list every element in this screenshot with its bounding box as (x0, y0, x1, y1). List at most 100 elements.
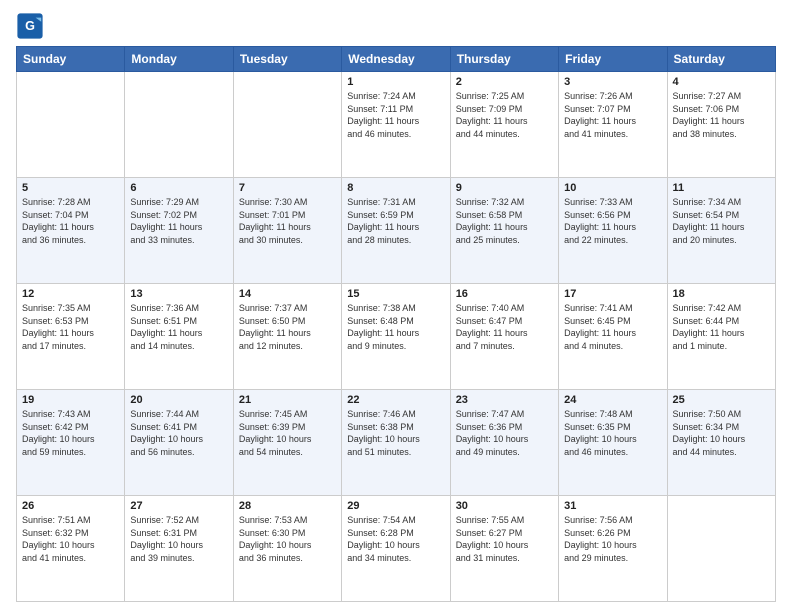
day-info: Sunrise: 7:51 AM Sunset: 6:32 PM Dayligh… (22, 514, 119, 564)
day-cell: 17Sunrise: 7:41 AM Sunset: 6:45 PM Dayli… (559, 284, 667, 390)
day-info: Sunrise: 7:42 AM Sunset: 6:44 PM Dayligh… (673, 302, 770, 352)
day-number: 31 (564, 500, 661, 512)
svg-text:G: G (25, 19, 35, 33)
day-number: 6 (130, 182, 227, 194)
day-number: 5 (22, 182, 119, 194)
day-info: Sunrise: 7:36 AM Sunset: 6:51 PM Dayligh… (130, 302, 227, 352)
day-cell: 30Sunrise: 7:55 AM Sunset: 6:27 PM Dayli… (450, 496, 558, 602)
day-number: 21 (239, 394, 336, 406)
day-cell: 10 Sunrise: 7:33 AM Sunset: 6:56 PM Dayli… (559, 178, 667, 284)
day-info: Sunrise: 7:27 AM Sunset: 7:06 PM Dayligh… (673, 90, 770, 140)
day-cell: 12 Sunrise: 7:35 AM Sunset: 6:53 PM Dayli… (17, 284, 125, 390)
day-info: Sunrise: 7:55 AM Sunset: 6:27 PM Dayligh… (456, 514, 553, 564)
day-number: 14 (239, 288, 336, 300)
week-row-1: 1Sunrise: 7:24 AM Sunset: 7:11 PM Daylig… (17, 72, 776, 178)
day-info: Sunrise: 7:43 AM Sunset: 6:42 PM Dayligh… (22, 408, 119, 458)
day-info: Sunrise: 7:54 AM Sunset: 6:28 PM Dayligh… (347, 514, 444, 564)
day-info: Sunrise: 7:37 AM Sunset: 6:50 PM Dayligh… (239, 302, 336, 352)
day-info: Sunrise: 7:48 AM Sunset: 6:35 PM Dayligh… (564, 408, 661, 458)
day-cell: 1Sunrise: 7:24 AM Sunset: 7:11 PM Daylig… (342, 72, 450, 178)
col-header-friday: Friday (559, 47, 667, 72)
day-cell: 28 Sunrise: 7:53 AM Sunset: 6:30 PM Dayli… (233, 496, 341, 602)
day-number: 12 (22, 288, 119, 300)
day-cell: 9Sunrise: 7:32 AM Sunset: 6:58 PM Daylig… (450, 178, 558, 284)
day-cell: 15Sunrise: 7:38 AM Sunset: 6:48 PM Dayli… (342, 284, 450, 390)
day-number: 24 (564, 394, 661, 406)
day-info: Sunrise: 7:28 AM Sunset: 7:04 PM Dayligh… (22, 196, 119, 246)
day-number: 13 (130, 288, 227, 300)
day-info: Sunrise: 7:29 AM Sunset: 7:02 PM Dayligh… (130, 196, 227, 246)
day-number: 3 (564, 76, 661, 88)
day-info: Sunrise: 7:25 AM Sunset: 7:09 PM Dayligh… (456, 90, 553, 140)
day-number: 16 (456, 288, 553, 300)
logo: G (16, 12, 48, 40)
day-number: 26 (22, 500, 119, 512)
col-header-saturday: Saturday (667, 47, 775, 72)
day-number: 25 (673, 394, 770, 406)
day-info: Sunrise: 7:35 AM Sunset: 6:53 PM Dayligh… (22, 302, 119, 352)
day-cell: 18 Sunrise: 7:42 AM Sunset: 6:44 PM Dayli… (667, 284, 775, 390)
day-number: 28 (239, 500, 336, 512)
calendar-table: SundayMondayTuesdayWednesdayThursdayFrid… (16, 46, 776, 602)
logo-icon: G (16, 12, 44, 40)
day-cell: 8 Sunrise: 7:31 AM Sunset: 6:59 PM Daylig… (342, 178, 450, 284)
day-info: Sunrise: 7:32 AM Sunset: 6:58 PM Dayligh… (456, 196, 553, 246)
day-cell: 7 Sunrise: 7:30 AM Sunset: 7:01 PM Daylig… (233, 178, 341, 284)
col-header-sunday: Sunday (17, 47, 125, 72)
day-info: Sunrise: 7:26 AM Sunset: 7:07 PM Dayligh… (564, 90, 661, 140)
day-info: Sunrise: 7:45 AM Sunset: 6:39 PM Dayligh… (239, 408, 336, 458)
day-number: 29 (347, 500, 444, 512)
day-cell: 26 Sunrise: 7:51 AM Sunset: 6:32 PM Dayli… (17, 496, 125, 602)
day-number: 22 (347, 394, 444, 406)
day-number: 23 (456, 394, 553, 406)
day-cell: 24 Sunrise: 7:48 AM Sunset: 6:35 PM Dayli… (559, 390, 667, 496)
col-header-tuesday: Tuesday (233, 47, 341, 72)
col-header-wednesday: Wednesday (342, 47, 450, 72)
day-number: 4 (673, 76, 770, 88)
calendar-header-row: SundayMondayTuesdayWednesdayThursdayFrid… (17, 47, 776, 72)
week-row-2: 5 Sunrise: 7:28 AM Sunset: 7:04 PM Daylig… (17, 178, 776, 284)
day-info: Sunrise: 7:53 AM Sunset: 6:30 PM Dayligh… (239, 514, 336, 564)
day-number: 27 (130, 500, 227, 512)
day-number: 20 (130, 394, 227, 406)
day-info: Sunrise: 7:31 AM Sunset: 6:59 PM Dayligh… (347, 196, 444, 246)
header: G (16, 12, 776, 40)
day-cell: 23 Sunrise: 7:47 AM Sunset: 6:36 PM Dayli… (450, 390, 558, 496)
day-cell: 29 Sunrise: 7:54 AM Sunset: 6:28 PM Dayli… (342, 496, 450, 602)
day-number: 19 (22, 394, 119, 406)
day-number: 11 (673, 182, 770, 194)
day-info: Sunrise: 7:50 AM Sunset: 6:34 PM Dayligh… (673, 408, 770, 458)
day-info: Sunrise: 7:47 AM Sunset: 6:36 PM Dayligh… (456, 408, 553, 458)
day-info: Sunrise: 7:40 AM Sunset: 6:47 PM Dayligh… (456, 302, 553, 352)
day-cell: 31 Sunrise: 7:56 AM Sunset: 6:26 PM Dayli… (559, 496, 667, 602)
day-number: 8 (347, 182, 444, 194)
day-info: Sunrise: 7:46 AM Sunset: 6:38 PM Dayligh… (347, 408, 444, 458)
day-info: Sunrise: 7:44 AM Sunset: 6:41 PM Dayligh… (130, 408, 227, 458)
day-info: Sunrise: 7:56 AM Sunset: 6:26 PM Dayligh… (564, 514, 661, 564)
day-cell: 4 Sunrise: 7:27 AM Sunset: 7:06 PM Daylig… (667, 72, 775, 178)
day-cell: 22 Sunrise: 7:46 AM Sunset: 6:38 PM Dayli… (342, 390, 450, 496)
week-row-3: 12 Sunrise: 7:35 AM Sunset: 6:53 PM Dayli… (17, 284, 776, 390)
day-info: Sunrise: 7:34 AM Sunset: 6:54 PM Dayligh… (673, 196, 770, 246)
day-info: Sunrise: 7:30 AM Sunset: 7:01 PM Dayligh… (239, 196, 336, 246)
col-header-monday: Monday (125, 47, 233, 72)
day-number: 18 (673, 288, 770, 300)
day-info: Sunrise: 7:24 AM Sunset: 7:11 PM Dayligh… (347, 90, 444, 140)
day-cell (233, 72, 341, 178)
day-cell: 19 Sunrise: 7:43 AM Sunset: 6:42 PM Dayli… (17, 390, 125, 496)
day-cell: 25 Sunrise: 7:50 AM Sunset: 6:34 PM Dayli… (667, 390, 775, 496)
day-cell (125, 72, 233, 178)
day-info: Sunrise: 7:38 AM Sunset: 6:48 PM Dayligh… (347, 302, 444, 352)
day-cell: 27Sunrise: 7:52 AM Sunset: 6:31 PM Dayli… (125, 496, 233, 602)
week-row-4: 19 Sunrise: 7:43 AM Sunset: 6:42 PM Dayli… (17, 390, 776, 496)
week-row-5: 26 Sunrise: 7:51 AM Sunset: 6:32 PM Dayli… (17, 496, 776, 602)
day-number: 7 (239, 182, 336, 194)
day-cell: 2 Sunrise: 7:25 AM Sunset: 7:09 PM Daylig… (450, 72, 558, 178)
day-cell (667, 496, 775, 602)
day-cell (17, 72, 125, 178)
col-header-thursday: Thursday (450, 47, 558, 72)
day-info: Sunrise: 7:33 AM Sunset: 6:56 PM Dayligh… (564, 196, 661, 246)
day-cell: 16 Sunrise: 7:40 AM Sunset: 6:47 PM Dayli… (450, 284, 558, 390)
day-number: 10 (564, 182, 661, 194)
day-number: 2 (456, 76, 553, 88)
